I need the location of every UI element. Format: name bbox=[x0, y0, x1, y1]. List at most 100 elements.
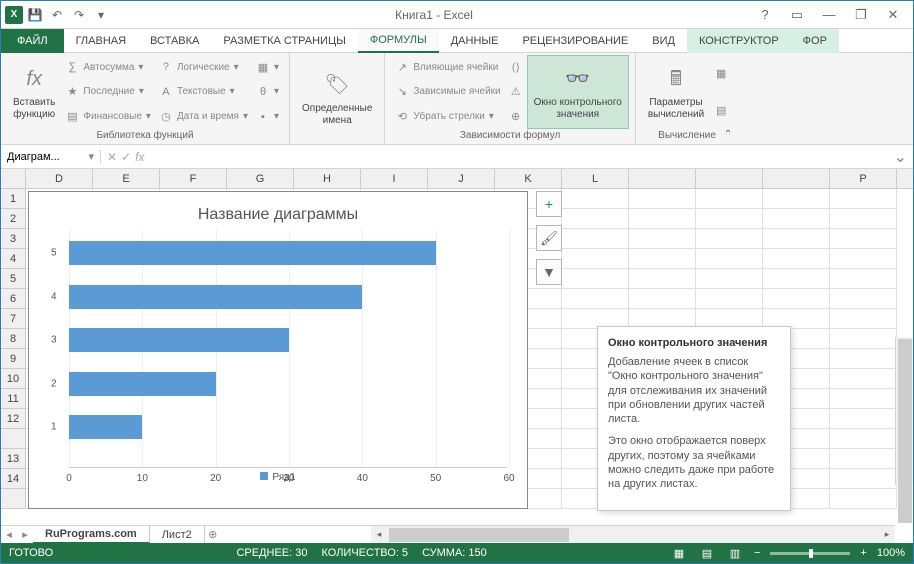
row-header[interactable]: 7 bbox=[1, 309, 26, 329]
cell[interactable] bbox=[629, 269, 696, 289]
row-header[interactable] bbox=[1, 489, 26, 509]
row-header[interactable]: 10 bbox=[1, 369, 26, 389]
row-header[interactable]: 9 bbox=[1, 349, 26, 369]
row-header[interactable]: 13 bbox=[1, 449, 26, 469]
scroll-right-button[interactable]: ▸ bbox=[879, 527, 895, 543]
col-header[interactable]: P bbox=[830, 169, 897, 188]
scrollbar-thumb[interactable] bbox=[898, 339, 912, 523]
chart-filters-button[interactable]: ▼ bbox=[536, 259, 562, 285]
col-header[interactable]: E bbox=[93, 169, 160, 188]
zoom-thumb[interactable] bbox=[809, 549, 813, 558]
col-header[interactable] bbox=[696, 169, 763, 188]
tab-design[interactable]: КОНСТРУКТОР bbox=[687, 29, 791, 53]
datetime-button[interactable]: ◷Дата и время▾ bbox=[155, 108, 252, 126]
page-layout-view-button[interactable]: ▤ bbox=[698, 546, 716, 560]
cell[interactable] bbox=[763, 249, 830, 269]
chart-bar[interactable] bbox=[69, 241, 436, 265]
cell[interactable] bbox=[830, 449, 897, 469]
cell[interactable] bbox=[830, 249, 897, 269]
watch-window-button[interactable]: 👓 Окно контрольного значения bbox=[527, 55, 629, 129]
zoom-level[interactable]: 100% bbox=[877, 547, 905, 559]
cancel-icon[interactable]: ✕ bbox=[107, 150, 117, 164]
cell[interactable] bbox=[696, 289, 763, 309]
cell[interactable] bbox=[763, 209, 830, 229]
cell[interactable] bbox=[830, 289, 897, 309]
insert-function-button[interactable]: fx Вставить функцию bbox=[7, 55, 61, 129]
tab-file[interactable]: ФАЙЛ bbox=[1, 29, 64, 53]
cell[interactable] bbox=[562, 189, 629, 209]
row-header[interactable] bbox=[1, 429, 26, 449]
tab-format[interactable]: ФОР bbox=[791, 29, 839, 53]
normal-view-button[interactable]: ▦ bbox=[670, 546, 688, 560]
sheet-tab-1[interactable]: RuPrograms.com bbox=[33, 526, 150, 544]
cell[interactable] bbox=[830, 469, 897, 489]
save-icon[interactable]: 💾 bbox=[25, 5, 45, 25]
cell[interactable] bbox=[629, 189, 696, 209]
cell[interactable] bbox=[830, 429, 897, 449]
chart-bar[interactable] bbox=[69, 285, 362, 309]
tab-view[interactable]: ВИД bbox=[640, 29, 687, 53]
fx-icon-small[interactable]: fx bbox=[135, 150, 144, 164]
chart-title[interactable]: Название диаграммы bbox=[29, 192, 527, 230]
row-header[interactable]: 8 bbox=[1, 329, 26, 349]
cell[interactable] bbox=[562, 229, 629, 249]
cell[interactable] bbox=[629, 209, 696, 229]
error-check-button[interactable]: ⚠ bbox=[505, 83, 527, 101]
math-button[interactable]: θ▾ bbox=[252, 83, 283, 101]
cell[interactable] bbox=[830, 209, 897, 229]
chart-add-element-button[interactable]: + bbox=[536, 191, 562, 217]
trace-dependents-button[interactable]: ↘Зависимые ячейки bbox=[391, 83, 504, 101]
row-header[interactable]: 12 bbox=[1, 409, 26, 429]
expand-formula-bar[interactable]: ⌄ bbox=[888, 147, 913, 167]
cell[interactable] bbox=[830, 269, 897, 289]
col-header[interactable]: H bbox=[294, 169, 361, 188]
vertical-scrollbar[interactable] bbox=[895, 337, 913, 485]
cell[interactable] bbox=[696, 189, 763, 209]
cell[interactable] bbox=[696, 249, 763, 269]
cell[interactable] bbox=[830, 369, 897, 389]
recent-button[interactable]: ★Последние▾ bbox=[61, 83, 155, 101]
sheet-nav-prev[interactable]: ◂ bbox=[1, 528, 17, 541]
cell[interactable] bbox=[830, 309, 897, 329]
col-header[interactable]: F bbox=[160, 169, 227, 188]
row-header[interactable]: 11 bbox=[1, 389, 26, 409]
row-header[interactable]: 14 bbox=[1, 469, 26, 489]
horizontal-scrollbar[interactable]: ◂ ▸ bbox=[371, 525, 895, 543]
cell[interactable] bbox=[763, 189, 830, 209]
cell[interactable] bbox=[763, 289, 830, 309]
cell[interactable] bbox=[562, 269, 629, 289]
sheet-tab-2[interactable]: Лист2 bbox=[150, 526, 205, 544]
chart-styles-button[interactable]: 🖌 bbox=[536, 225, 562, 251]
page-break-view-button[interactable]: ▥ bbox=[726, 546, 744, 560]
scroll-left-button[interactable]: ◂ bbox=[371, 527, 387, 543]
sheet-nav-next[interactable]: ▸ bbox=[17, 528, 33, 541]
minimize-button[interactable]: — bbox=[817, 5, 841, 25]
evaluate-button[interactable]: ⊕ bbox=[505, 108, 527, 126]
cell[interactable] bbox=[696, 209, 763, 229]
col-header[interactable] bbox=[763, 169, 830, 188]
tab-review[interactable]: РЕЦЕНЗИРОВАНИЕ bbox=[510, 29, 640, 53]
zoom-out-button[interactable]: − bbox=[754, 547, 760, 559]
text-button[interactable]: AТекстовые▾ bbox=[155, 83, 252, 101]
cell[interactable] bbox=[629, 289, 696, 309]
financial-button[interactable]: ▤Финансовые▾ bbox=[61, 108, 155, 126]
cell[interactable] bbox=[562, 289, 629, 309]
help-button[interactable]: ? bbox=[753, 5, 777, 25]
cell[interactable] bbox=[562, 209, 629, 229]
cell[interactable] bbox=[830, 409, 897, 429]
cell[interactable] bbox=[763, 229, 830, 249]
chart-bar[interactable] bbox=[69, 415, 142, 439]
select-all-corner[interactable] bbox=[1, 169, 26, 188]
redo-icon[interactable]: ↷ bbox=[69, 5, 89, 25]
zoom-in-button[interactable]: + bbox=[860, 547, 866, 559]
scrollbar-thumb[interactable] bbox=[389, 528, 569, 542]
col-header[interactable]: D bbox=[26, 169, 93, 188]
col-header[interactable] bbox=[629, 169, 696, 188]
qat-dropdown-icon[interactable]: ▾ bbox=[91, 5, 111, 25]
row-header[interactable]: 5 bbox=[1, 269, 26, 289]
row-header[interactable]: 1 bbox=[1, 189, 26, 209]
row-header[interactable]: 3 bbox=[1, 229, 26, 249]
chart-bar[interactable] bbox=[69, 372, 216, 396]
cell[interactable] bbox=[830, 229, 897, 249]
tab-home[interactable]: ГЛАВНАЯ bbox=[64, 29, 138, 53]
